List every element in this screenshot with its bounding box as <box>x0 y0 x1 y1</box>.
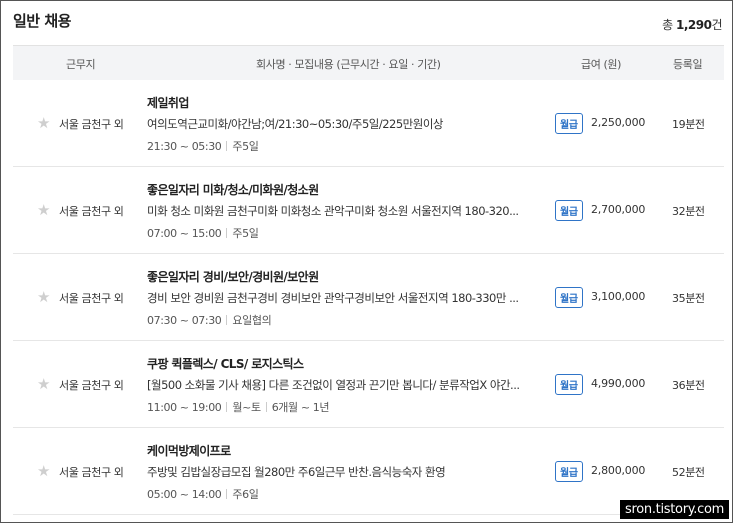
salary-amount: 2,800,000 <box>591 464 646 477</box>
watermark: sron.tistory.com <box>620 500 729 519</box>
work-time: 07:30 ~ 07:30 <box>147 314 222 327</box>
job-location: 서울 금천구 외 <box>59 292 124 305</box>
job-description-link[interactable]: 미화 청소 미화원 금천구미화 미화청소 관악구미화 청소원 서울전지역 180… <box>147 203 529 219</box>
table-row[interactable]: ★ 서울 금천구 외 좋은일자리 미화/청소/미화원/청소원미화 청소 미화원 금천… <box>13 167 724 254</box>
meta-divider <box>265 402 267 412</box>
work-period: 6개월 ~ 1년 <box>271 401 330 414</box>
posted-time: 35분전 <box>672 292 705 305</box>
job-location: 서울 금천구 외 <box>59 205 124 218</box>
column-description: 회사명 · 모집내용 (근무시간 · 요일 · 기간) <box>256 58 441 71</box>
pay-type-badge: 월급 <box>555 200 583 221</box>
column-location: 근무지 <box>66 58 96 71</box>
job-location: 서울 금천구 외 <box>59 466 124 479</box>
total-number: 1,290 <box>675 18 712 32</box>
work-time: 21:30 ~ 05:30 <box>147 140 222 153</box>
pay-type-badge: 월급 <box>555 461 583 482</box>
section-title: 일반 채용 <box>13 12 71 30</box>
bookmark-star-icon[interactable]: ★ <box>37 464 52 479</box>
meta-divider <box>226 141 228 151</box>
posted-time: 36분전 <box>672 379 705 392</box>
bookmark-star-icon[interactable]: ★ <box>37 203 52 218</box>
job-meta: 21:30 ~ 05:30 주5일 <box>147 138 259 154</box>
table-row[interactable]: ★ 서울 금천구 외 제일취업여의도역근교미화/야간남;여/21:30~05:30/… <box>13 80 724 167</box>
salary-amount: 2,700,000 <box>591 203 646 216</box>
work-days: 월~토 <box>232 401 261 414</box>
job-meta: 07:00 ~ 15:00 주5일 <box>147 225 259 241</box>
work-days: 주5일 <box>232 227 259 240</box>
job-meta: 11:00 ~ 19:00 월~토 6개월 ~ 1년 <box>147 399 329 415</box>
job-meta: 07:30 ~ 07:30 요일협의 <box>147 312 272 328</box>
work-time: 05:00 ~ 14:00 <box>147 488 222 501</box>
table-row[interactable]: ★ 서울 금천구 외 케이먹방제이프로주방및 김밥실장급모집 월280만 주6일근무… <box>13 428 724 515</box>
bookmark-star-icon[interactable]: ★ <box>37 377 52 392</box>
total-count: 총 1,290건 <box>662 16 722 33</box>
work-days: 주6일 <box>232 488 259 501</box>
meta-divider <box>226 489 228 499</box>
job-location: 서울 금천구 외 <box>59 379 124 392</box>
company-name-link[interactable]: 제일취업 <box>147 94 189 111</box>
job-description-link[interactable]: 주방및 김밥실장급모집 월280만 주6일근무 반찬.음식능숙자 환영 <box>147 464 529 480</box>
salary-amount: 2,250,000 <box>591 116 646 129</box>
bookmark-star-icon[interactable]: ★ <box>37 290 52 305</box>
column-salary: 급여 (원) <box>581 58 622 71</box>
meta-divider <box>226 315 228 325</box>
posted-time: 52분전 <box>672 466 705 479</box>
total-prefix: 총 <box>662 18 673 32</box>
meta-divider <box>226 228 228 238</box>
work-days: 주5일 <box>232 140 259 153</box>
job-location: 서울 금천구 외 <box>59 118 124 131</box>
job-meta: 05:00 ~ 14:00 주6일 <box>147 486 259 502</box>
job-description-link[interactable]: 경비 보안 경비원 금천구경비 경비보안 관악구경비보안 서울전지역 180-3… <box>147 290 529 306</box>
meta-divider <box>226 402 228 412</box>
company-name-link[interactable]: 좋은일자리 미화/청소/미화원/청소원 <box>147 181 319 198</box>
pay-type-badge: 월급 <box>555 287 583 308</box>
posted-time: 32분전 <box>672 205 705 218</box>
company-name-link[interactable]: 케이먹방제이프로 <box>147 442 231 459</box>
bookmark-star-icon[interactable]: ★ <box>37 116 52 131</box>
company-name-link[interactable]: 좋은일자리 경비/보안/경비원/보안원 <box>147 268 319 285</box>
table-header: 근무지 회사명 · 모집내용 (근무시간 · 요일 · 기간) 급여 (원) 등… <box>13 45 724 80</box>
company-name-link[interactable]: 쿠팡 퀵플렉스/ CLS/ 로지스틱스 <box>147 355 304 372</box>
job-description-link[interactable]: 여의도역근교미화/야간남;여/21:30~05:30/주5일/225만원이상 <box>147 116 529 132</box>
work-days: 요일협의 <box>232 314 272 327</box>
column-posted: 등록일 <box>673 58 703 71</box>
salary-amount: 3,100,000 <box>591 290 646 303</box>
job-description-link[interactable]: [월500 소화물 기사 채용] 다른 조건없이 열정과 끈기만 봅니다/ 분류… <box>147 377 529 393</box>
work-time: 07:00 ~ 15:00 <box>147 227 222 240</box>
pay-type-badge: 월급 <box>555 374 583 395</box>
pay-type-badge: 월급 <box>555 113 583 134</box>
table-row[interactable]: ★ 서울 금천구 외 쿠팡 퀵플렉스/ CLS/ 로지스틱스 [월500 소화물 기사… <box>13 341 724 428</box>
salary-amount: 4,990,000 <box>591 377 646 390</box>
work-time: 11:00 ~ 19:00 <box>147 401 222 414</box>
table-row[interactable]: ★ 서울 금천구 외 좋은일자리 경비/보안/경비원/보안원경비 보안 경비원 금천… <box>13 254 724 341</box>
posted-time: 19분전 <box>672 118 705 131</box>
total-suffix: 건 <box>711 18 722 32</box>
